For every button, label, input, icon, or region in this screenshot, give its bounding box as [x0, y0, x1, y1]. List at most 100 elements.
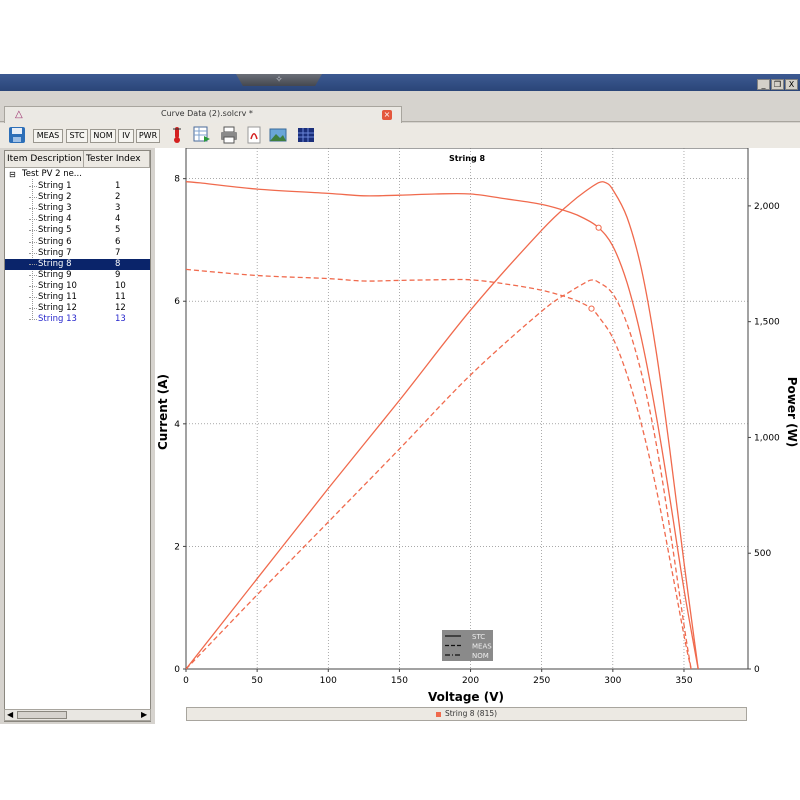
- tree-item-label: String 7: [38, 247, 72, 258]
- scroll-left-icon[interactable]: ◀: [7, 710, 13, 720]
- legend-label: MEAS: [472, 643, 492, 651]
- legend-label: STC: [472, 633, 485, 641]
- tree-connector: [29, 319, 37, 321]
- meas-button[interactable]: MEAS: [33, 129, 63, 143]
- tree-item-index: 12: [115, 303, 126, 314]
- legend-label: NOM: [472, 652, 489, 660]
- y-left-tick-label: 2: [174, 542, 180, 552]
- image-icon[interactable]: [269, 126, 287, 144]
- tree-connector: [29, 197, 37, 199]
- y-left-tick-label: 0: [174, 665, 180, 675]
- tree-item-label: String 1: [38, 181, 72, 191]
- tree-item-label: String 5: [38, 225, 72, 236]
- tab-title: Curve Data (2).solcrv *: [161, 109, 253, 118]
- chart-legend: STC MEASNOM: [442, 630, 493, 661]
- tree-connector: [29, 252, 37, 254]
- mpp-marker: [588, 305, 595, 312]
- tree-item[interactable]: String 13 13: [5, 314, 150, 325]
- tree-item[interactable]: String 12 12: [5, 303, 150, 314]
- tree-item[interactable]: String 11 11: [5, 292, 150, 303]
- tree-item-index: 2: [115, 192, 121, 203]
- iv-button[interactable]: IV: [118, 129, 134, 143]
- stc-button[interactable]: STC: [66, 129, 88, 143]
- tree-item[interactable]: String 7 7: [5, 248, 150, 259]
- tree-item[interactable]: String 8 8: [5, 258, 150, 270]
- y-right-tick-label: 0: [754, 665, 760, 675]
- tree-item[interactable]: String 9 9: [5, 270, 150, 281]
- x-tick-label: 150: [391, 676, 408, 686]
- tree-item-index: 6: [115, 236, 121, 247]
- column-item-description[interactable]: Item Description: [5, 151, 84, 168]
- y-right-tick-label: 1,000: [754, 433, 780, 443]
- panel-icon[interactable]: [297, 126, 315, 144]
- scroll-thumb[interactable]: [17, 711, 67, 719]
- export-grid-icon[interactable]: [193, 126, 211, 144]
- x-tick-label: 200: [462, 676, 479, 686]
- minimize-button[interactable]: _: [757, 79, 770, 90]
- tree-item-index: 13: [115, 314, 126, 325]
- restore-button[interactable]: ❒: [771, 79, 784, 90]
- tree-item-index: 1: [115, 181, 121, 191]
- tab-curve-data[interactable]: △ Curve Data (2).solcrv * ×: [4, 106, 402, 123]
- tab-close-icon[interactable]: ×: [382, 110, 392, 120]
- tree-item-label: String 10: [38, 280, 77, 291]
- tree-item[interactable]: String 2 2: [5, 192, 150, 203]
- y-right-tick-label: 500: [754, 549, 771, 559]
- tree-item[interactable]: String 5 5: [5, 225, 150, 236]
- tree-item[interactable]: String 1 1: [5, 181, 150, 192]
- tree-item-label: String 8: [38, 258, 72, 269]
- y-right-tick-label: 2,000: [754, 202, 780, 212]
- chart-panel: 0 50 100 150 200 250 300 350 0 2 4 6 8 0 500 1,000 1,500…: [155, 147, 800, 724]
- nom-button[interactable]: NOM: [90, 129, 116, 143]
- x-axis-label: Voltage (V): [428, 690, 504, 704]
- collapse-icon[interactable]: ⊟: [9, 169, 16, 180]
- tree-item-index: 9: [115, 269, 121, 280]
- tree-connector: [29, 285, 37, 287]
- item-tree-panel: Item Description Tester Index ⊟ Test PV …: [4, 150, 151, 722]
- tree-root[interactable]: ⊟ Test PV 2 ne...: [5, 169, 150, 180]
- tree-item-label: String 12: [38, 303, 77, 314]
- title-bar: [0, 74, 800, 91]
- save-icon[interactable]: [8, 126, 26, 144]
- series-legend-bar[interactable]: String 8 (815): [186, 707, 747, 721]
- scroll-right-icon[interactable]: ▶: [141, 710, 147, 720]
- x-tick-label: 100: [320, 676, 337, 686]
- x-tick-label: 50: [251, 676, 263, 686]
- tree-item[interactable]: String 3 3: [5, 203, 150, 214]
- x-tick-label: 0: [183, 676, 189, 686]
- y-left-tick-label: 4: [174, 420, 180, 430]
- x-tick-label: 300: [604, 676, 621, 686]
- tree-connector: [29, 241, 37, 243]
- column-tester-index[interactable]: Tester Index: [84, 151, 150, 168]
- tree-connector: [29, 208, 37, 210]
- y-right-tick-label: 1,500: [754, 318, 780, 328]
- horizontal-scrollbar[interactable]: ◀ ▶: [4, 709, 151, 721]
- print-icon[interactable]: [220, 126, 238, 144]
- collapse-grip-tab[interactable]: ✧: [236, 74, 322, 86]
- tree-item-label: String 6: [38, 236, 72, 247]
- tree-item[interactable]: String 10 10: [5, 281, 150, 292]
- tree-item-index: 11: [115, 292, 126, 302]
- iv-curve-chart: 0 50 100 150 200 250 300 350 0 2 4 6 8 0 500 1,000 1,500…: [156, 147, 799, 704]
- tree-connector: [29, 297, 37, 298]
- tree-item-label: String 4: [38, 214, 72, 225]
- pwr-button[interactable]: PWR: [136, 129, 160, 143]
- tree-item-index: 5: [115, 225, 121, 236]
- tree-item-label: String 13: [38, 314, 77, 325]
- chart-title: String 8: [449, 154, 485, 163]
- x-tick-label: 250: [533, 676, 550, 686]
- tree-root-label: Test PV 2 ne...: [22, 169, 82, 179]
- tree-item-label: String 3: [38, 203, 72, 214]
- y-axis-left-label: Current (A): [156, 374, 170, 450]
- thermometer-icon[interactable]: [168, 126, 186, 144]
- tree-item[interactable]: String 6 6: [5, 237, 150, 248]
- series-swatch: [435, 711, 441, 717]
- tree-item-label: String 11: [38, 292, 77, 302]
- tree-item[interactable]: String 4 4: [5, 214, 150, 225]
- pdf-icon[interactable]: [245, 126, 263, 144]
- curve-file-icon: △: [15, 109, 23, 120]
- close-button[interactable]: X: [785, 79, 798, 90]
- y-axis-right-label: Power (W): [785, 377, 799, 448]
- mpp-marker: [595, 224, 602, 231]
- tree-item-index: 3: [115, 203, 121, 214]
